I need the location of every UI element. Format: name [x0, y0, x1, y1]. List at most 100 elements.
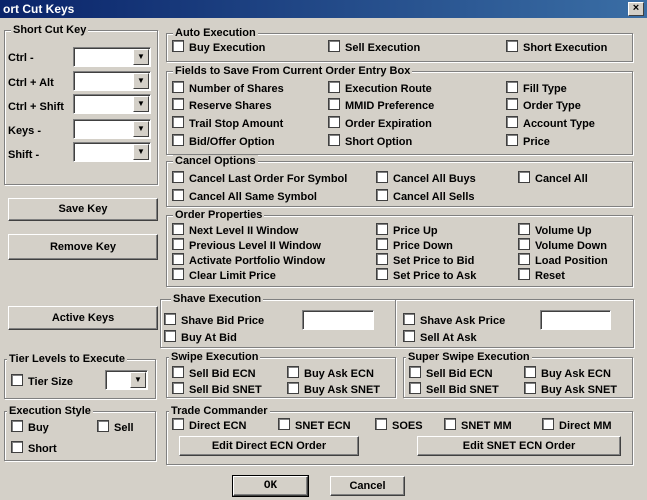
super-sell-bid-ecn-checkbox[interactable]: Sell Bid ECN: [409, 366, 493, 381]
shave-ask-price-checkbox[interactable]: Shave Ask Price: [403, 313, 505, 328]
checkbox-box[interactable]: [403, 313, 415, 325]
checkbox-box[interactable]: [172, 366, 184, 378]
checkbox-box[interactable]: [172, 253, 184, 265]
shave-ask-price-input[interactable]: [540, 310, 611, 330]
order-type-checkbox[interactable]: Order Type: [506, 98, 581, 113]
direct-ecn-checkbox[interactable]: Direct ECN: [172, 418, 246, 433]
checkbox-box[interactable]: [376, 253, 388, 265]
checkbox-box[interactable]: [172, 134, 184, 146]
checkbox-box[interactable]: [172, 268, 184, 280]
checkbox-box[interactable]: [164, 330, 176, 342]
checkbox-box[interactable]: [278, 418, 290, 430]
set-price-to-ask-checkbox[interactable]: Set Price to Ask: [376, 268, 476, 283]
cancel-all-buys-checkbox[interactable]: Cancel All Buys: [376, 171, 476, 186]
number-of-shares-checkbox[interactable]: Number of Shares: [172, 81, 284, 96]
buy-at-bid-checkbox[interactable]: Buy At Bid: [164, 330, 237, 345]
checkbox-box[interactable]: [403, 330, 415, 342]
checkbox-box[interactable]: [506, 134, 518, 146]
checkbox-box[interactable]: [172, 171, 184, 183]
edit-snet-ecn-order-button[interactable]: Edit SNET ECN Order: [417, 436, 621, 456]
activate-portfolio-window-checkbox[interactable]: Activate Portfolio Window: [172, 253, 325, 268]
super-sell-bid-snet-checkbox[interactable]: Sell Bid SNET: [409, 382, 499, 397]
next-level2-window-checkbox[interactable]: Next Level II Window: [172, 223, 298, 238]
snet-mm-checkbox[interactable]: SNET MM: [444, 418, 512, 433]
checkbox-box[interactable]: [172, 40, 184, 52]
cancel-last-order-checkbox[interactable]: Cancel Last Order For Symbol: [172, 171, 347, 186]
price-checkbox[interactable]: Price: [506, 134, 550, 149]
checkbox-box[interactable]: [518, 253, 530, 265]
soes-checkbox[interactable]: SOES: [375, 418, 423, 433]
checkbox-box[interactable]: [409, 382, 421, 394]
checkbox-box[interactable]: [409, 366, 421, 378]
shave-bid-price-input[interactable]: [302, 310, 374, 330]
checkbox-box[interactable]: [518, 171, 530, 183]
checkbox-box[interactable]: [444, 418, 456, 430]
bid-offer-option-checkbox[interactable]: Bid/Offer Option: [172, 134, 275, 149]
tier-size-combo[interactable]: ▼: [105, 370, 148, 390]
checkbox-box[interactable]: [172, 223, 184, 235]
direct-mm-checkbox[interactable]: Direct MM: [542, 418, 612, 433]
checkbox-box[interactable]: [376, 238, 388, 250]
short-option-checkbox[interactable]: Short Option: [328, 134, 412, 149]
set-price-to-bid-checkbox[interactable]: Set Price to Bid: [376, 253, 474, 268]
checkbox-box[interactable]: [328, 98, 340, 110]
super-buy-ask-ecn-checkbox[interactable]: Buy Ask ECN: [524, 366, 611, 381]
volume-up-checkbox[interactable]: Volume Up: [518, 223, 592, 238]
save-key-button[interactable]: Save Key: [8, 198, 158, 221]
swipe-buy-ask-ecn-checkbox[interactable]: Buy Ask ECN: [287, 366, 374, 381]
checkbox-box[interactable]: [97, 420, 109, 432]
clear-limit-price-checkbox[interactable]: Clear Limit Price: [172, 268, 276, 283]
checkbox-box[interactable]: [172, 418, 184, 430]
shave-bid-price-checkbox[interactable]: Shave Bid Price: [164, 313, 264, 328]
checkbox-box[interactable]: [172, 116, 184, 128]
sell-at-ask-checkbox[interactable]: Sell At Ask: [403, 330, 477, 345]
buy-execution-checkbox[interactable]: Buy Execution: [172, 40, 265, 55]
checkbox-box[interactable]: [328, 116, 340, 128]
checkbox-box[interactable]: [11, 441, 23, 453]
chevron-down-icon[interactable]: ▼: [133, 96, 149, 112]
checkbox-box[interactable]: [376, 223, 388, 235]
checkbox-box[interactable]: [506, 40, 518, 52]
chevron-down-icon[interactable]: ▼: [133, 49, 149, 65]
style-short-checkbox[interactable]: Short: [11, 441, 57, 456]
shift-combo[interactable]: ▼: [73, 142, 151, 162]
price-down-checkbox[interactable]: Price Down: [376, 238, 453, 253]
checkbox-box[interactable]: [506, 116, 518, 128]
keys-combo[interactable]: ▼: [73, 119, 151, 139]
swipe-sell-bid-ecn-checkbox[interactable]: Sell Bid ECN: [172, 366, 256, 381]
checkbox-box[interactable]: [172, 382, 184, 394]
price-up-checkbox[interactable]: Price Up: [376, 223, 438, 238]
checkbox-box[interactable]: [11, 420, 23, 432]
style-sell-checkbox[interactable]: Sell: [97, 420, 134, 435]
checkbox-box[interactable]: [11, 374, 23, 386]
checkbox-box[interactable]: [164, 313, 176, 325]
edit-direct-ecn-order-button[interactable]: Edit Direct ECN Order: [179, 436, 359, 456]
cancel-button[interactable]: Cancel: [330, 476, 405, 496]
checkbox-box[interactable]: [376, 171, 388, 183]
checkbox-box[interactable]: [524, 366, 536, 378]
trail-stop-amount-checkbox[interactable]: Trail Stop Amount: [172, 116, 283, 131]
cancel-all-sells-checkbox[interactable]: Cancel All Sells: [376, 189, 475, 204]
short-execution-checkbox[interactable]: Short Execution: [506, 40, 607, 55]
checkbox-box[interactable]: [328, 40, 340, 52]
swipe-sell-bid-snet-checkbox[interactable]: Sell Bid SNET: [172, 382, 262, 397]
checkbox-box[interactable]: [172, 81, 184, 93]
load-position-checkbox[interactable]: Load Position: [518, 253, 608, 268]
mmid-preference-checkbox[interactable]: MMID Preference: [328, 98, 434, 113]
active-keys-button[interactable]: Active Keys: [8, 306, 158, 330]
checkbox-box[interactable]: [375, 418, 387, 430]
checkbox-box[interactable]: [287, 366, 299, 378]
checkbox-box[interactable]: [328, 134, 340, 146]
fill-type-checkbox[interactable]: Fill Type: [506, 81, 567, 96]
style-buy-checkbox[interactable]: Buy: [11, 420, 49, 435]
checkbox-box[interactable]: [172, 189, 184, 201]
ok-button[interactable]: OK: [232, 475, 309, 497]
checkbox-box[interactable]: [506, 81, 518, 93]
chevron-down-icon[interactable]: ▼: [133, 144, 149, 160]
checkbox-box[interactable]: [172, 238, 184, 250]
checkbox-box[interactable]: [518, 223, 530, 235]
checkbox-box[interactable]: [287, 382, 299, 394]
checkbox-box[interactable]: [376, 268, 388, 280]
ctrl-shift-combo[interactable]: ▼: [73, 94, 151, 114]
order-expiration-checkbox[interactable]: Order Expiration: [328, 116, 432, 131]
